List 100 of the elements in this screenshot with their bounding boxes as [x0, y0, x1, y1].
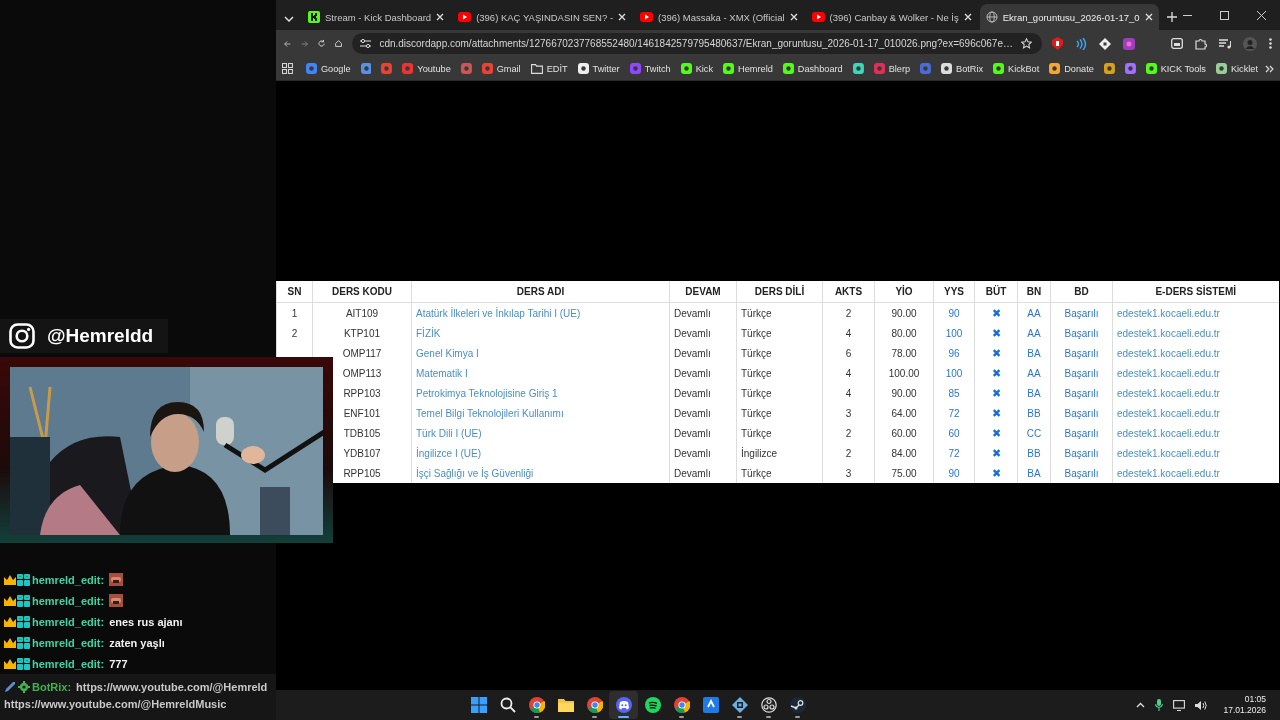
grade-link[interactable]: BB	[1027, 447, 1041, 459]
bookmark-link[interactable]: Gmail	[478, 61, 524, 76]
app-icon[interactable]	[702, 697, 719, 713]
bookmark-link[interactable]: BotRix	[938, 61, 987, 76]
bookmark-link[interactable]: Donate	[1046, 61, 1097, 76]
system-link[interactable]: edestek1.kocaeli.edu.tr	[1117, 367, 1220, 379]
app-icon[interactable]	[731, 697, 748, 713]
puzzle-icon[interactable]	[1194, 37, 1207, 50]
active-app-highlight[interactable]	[609, 691, 638, 719]
grade-link[interactable]: 96	[948, 347, 960, 359]
bookmark-icon[interactable]	[360, 63, 372, 74]
extension-icon[interactable]	[1051, 37, 1063, 50]
bookmark-link[interactable]: KICK Tools	[1142, 61, 1209, 76]
bookmark-link[interactable]: Youtube	[399, 61, 454, 76]
bookmark-link[interactable]: KickBot	[990, 61, 1043, 76]
grade-link[interactable]: 90	[948, 307, 960, 319]
start-icon[interactable]	[470, 697, 487, 713]
chevron-icon[interactable]	[1265, 64, 1274, 73]
diamond-icon[interactable]	[1098, 37, 1111, 50]
course-link[interactable]: FİZİK	[416, 327, 441, 339]
chevron-up-icon[interactable]	[1136, 702, 1146, 708]
bookmark-link[interactable]: Hemreld	[720, 61, 776, 76]
grade-link[interactable]: Başarılı	[1064, 327, 1099, 339]
course-link[interactable]: Atatürk İlkeleri ve İnkılap Tarihi I (UE)	[416, 307, 581, 319]
browser-tab[interactable]: (396) KAÇ YAŞINDASIN SEN? -	[452, 4, 633, 30]
browser-icon[interactable]	[528, 697, 545, 713]
grade-link[interactable]: AA	[1027, 367, 1041, 379]
system-link[interactable]: edestek1.kocaeli.edu.tr	[1117, 407, 1220, 419]
chat-link[interactable]: https://www.youtube.com/@HemreldMusic	[4, 697, 227, 710]
course-link[interactable]: Petrokimya Teknolojisine Giriş 1	[416, 387, 558, 399]
course-link[interactable]: Türk Dili I (UE)	[416, 427, 482, 439]
menu-icon[interactable]	[1268, 38, 1272, 49]
bookmark-link[interactable]: Twitter	[574, 61, 623, 76]
chat-link[interactable]: https://www.youtube.com/@Hemreld	[76, 680, 268, 693]
browser-tab[interactable]: Ekran_goruntusu_2026-01-17_0	[979, 4, 1159, 30]
bookmark-icon[interactable]	[852, 63, 864, 74]
grade-link[interactable]: AA	[1027, 307, 1041, 319]
volume-icon[interactable]	[1195, 699, 1208, 711]
bookmark-icon[interactable]	[1103, 63, 1115, 74]
system-link[interactable]: edestek1.kocaeli.edu.tr	[1117, 427, 1220, 439]
star-icon[interactable]	[1020, 38, 1032, 49]
bookmark-folder[interactable]: EDİT	[527, 61, 571, 76]
close-icon[interactable]	[789, 13, 798, 21]
close-icon[interactable]	[436, 13, 445, 21]
browser-tab[interactable]: Stream - Kick Dashboard	[302, 4, 451, 30]
bookmark-link[interactable]: Blerp	[870, 61, 914, 76]
grade-link[interactable]: 100	[945, 367, 963, 379]
network-icon[interactable]	[1173, 699, 1186, 711]
system-link[interactable]: edestek1.kocaeli.edu.tr	[1117, 447, 1220, 459]
back-arrow-icon[interactable]	[284, 38, 292, 49]
close-icon[interactable]	[1144, 13, 1153, 21]
close-icon[interactable]	[1257, 11, 1266, 20]
bookmark-link[interactable]: Kicklet	[1212, 61, 1261, 76]
system-link[interactable]: edestek1.kocaeli.edu.tr	[1117, 347, 1220, 359]
grade-link[interactable]: 90	[948, 467, 960, 479]
grade-link[interactable]: Başarılı	[1064, 447, 1099, 459]
course-link[interactable]: İngilizce I (UE)	[416, 447, 481, 459]
close-icon[interactable]	[963, 13, 972, 21]
bookmark-link[interactable]: Twitch	[626, 61, 674, 76]
bookmark-icon[interactable]	[1124, 63, 1136, 74]
system-link[interactable]: edestek1.kocaeli.edu.tr	[1117, 387, 1220, 399]
bookmark-icon[interactable]	[460, 63, 472, 74]
browser-icon[interactable]	[586, 697, 603, 713]
apps-grid-icon[interactable]	[282, 63, 293, 74]
recorder-icon[interactable]	[760, 697, 777, 713]
browser-icon[interactable]	[673, 697, 690, 713]
system-link[interactable]: edestek1.kocaeli.edu.tr	[1117, 327, 1220, 339]
grade-link[interactable]: 100	[945, 327, 963, 339]
playlist-icon[interactable]	[1218, 38, 1231, 49]
music-app-icon[interactable]	[644, 697, 661, 713]
home-icon[interactable]	[335, 38, 343, 49]
media-icon[interactable]	[1170, 38, 1183, 49]
microphone-icon[interactable]	[1155, 699, 1164, 711]
grade-link[interactable]: 60	[948, 427, 960, 439]
browser-tab[interactable]: (396) Massaka - XMX (Official	[634, 4, 804, 30]
address-bar[interactable]: cdn.discordapp.com/attachments/1276670237768552480/1461842579795480637/Ekran_goruntusu_2026-01-17_010026.png?ex=696c067e…	[352, 33, 1042, 54]
grade-link[interactable]: BA	[1027, 467, 1041, 479]
grade-link[interactable]: Başarılı	[1064, 407, 1099, 419]
grade-link[interactable]: Başarılı	[1064, 387, 1099, 399]
grade-link[interactable]: AA	[1027, 327, 1041, 339]
grade-link[interactable]: Başarılı	[1064, 467, 1099, 479]
grade-link[interactable]: Başarılı	[1064, 427, 1099, 439]
course-link[interactable]: İşçi Sağlığı ve İş Güvenliği	[416, 467, 534, 479]
grade-link[interactable]: Başarılı	[1064, 367, 1099, 379]
browser-tab[interactable]: (396) Canbay & Wolker - Ne İş	[805, 4, 978, 30]
bookmark-link[interactable]: Kick	[677, 61, 717, 76]
grade-link[interactable]: BB	[1027, 407, 1041, 419]
signal-icon[interactable]	[1074, 37, 1087, 50]
close-icon[interactable]	[618, 13, 627, 21]
course-link[interactable]: Temel Bilgi Teknolojileri Kullanımı	[416, 407, 564, 419]
reload-icon[interactable]	[318, 38, 326, 49]
maximize-icon[interactable]	[1220, 11, 1229, 20]
system-link[interactable]: edestek1.kocaeli.edu.tr	[1117, 467, 1220, 479]
chat-app-icon[interactable]	[615, 697, 632, 713]
caret-icon[interactable]	[284, 16, 294, 22]
system-link[interactable]: edestek1.kocaeli.edu.tr	[1117, 307, 1220, 319]
search-icon[interactable]	[499, 697, 516, 713]
plus-icon[interactable]	[1166, 12, 1177, 22]
grade-link[interactable]: BA	[1027, 387, 1041, 399]
grade-link[interactable]: 85	[948, 387, 960, 399]
